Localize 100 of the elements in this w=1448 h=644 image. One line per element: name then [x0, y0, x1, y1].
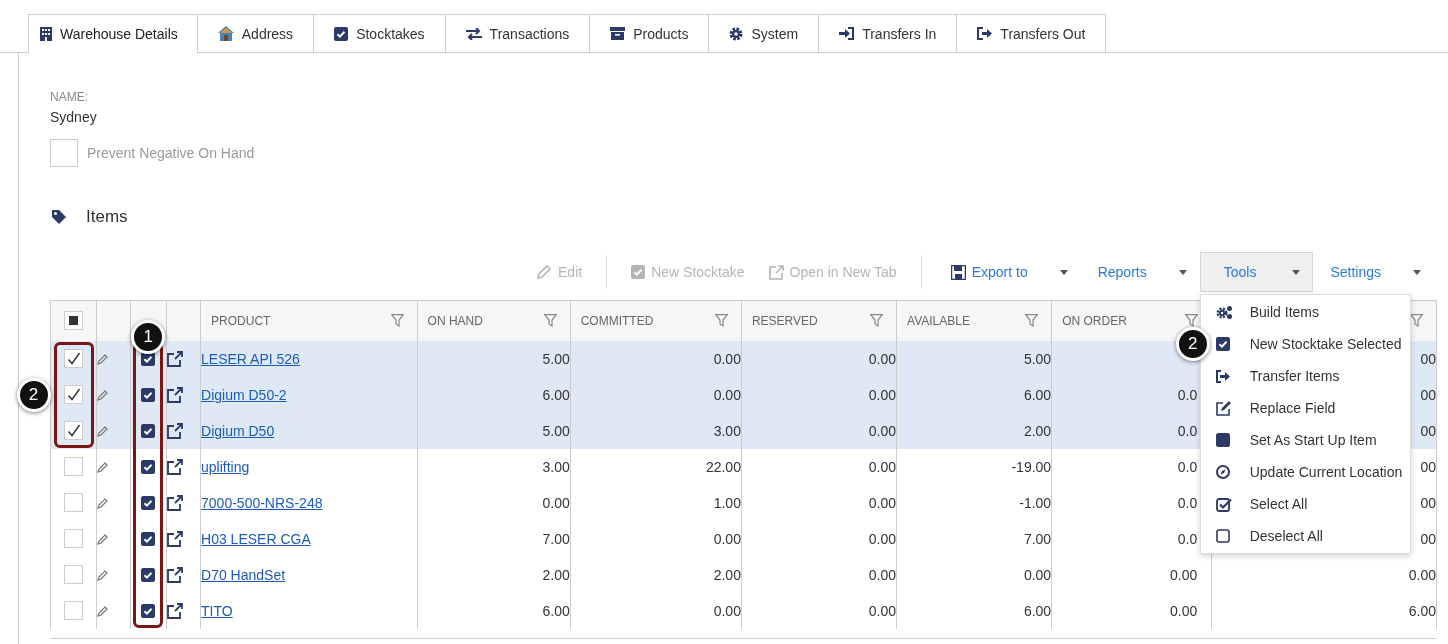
column-header: ON ORDER: [1062, 313, 1127, 328]
tab[interactable]: Warehouse Details: [28, 14, 198, 53]
product-link[interactable]: TITO: [201, 602, 233, 619]
table-cell: 0.0: [1177, 458, 1198, 475]
table-cell: 00: [1420, 386, 1436, 403]
checkbox[interactable]: [141, 387, 156, 402]
product-link[interactable]: 7000-500-NRS-248: [201, 494, 323, 511]
table-cell: 0.0: [1177, 422, 1198, 439]
menu-item[interactable]: Transfer Items: [1215, 360, 1410, 392]
compass-icon: [1215, 465, 1230, 479]
field-label: NAME:: [50, 90, 89, 104]
pencil-icon[interactable]: [97, 352, 110, 365]
row-checkbox[interactable]: [64, 349, 84, 368]
external-link-icon: [768, 264, 784, 280]
menu-item[interactable]: New Stocktake Selected: [1215, 328, 1410, 360]
table-cell: -19.00: [1011, 458, 1052, 475]
table-cell: 6.00: [542, 602, 570, 619]
pencil-icon[interactable]: [97, 388, 110, 401]
external-link-icon[interactable]: [166, 386, 183, 403]
tab[interactable]: Transfers Out: [957, 14, 1107, 52]
table-cell: 0.00: [713, 350, 741, 367]
checkbox[interactable]: [141, 603, 156, 618]
row-checkbox[interactable]: [64, 529, 84, 548]
menu-item[interactable]: Update Current Location: [1215, 456, 1410, 488]
pencil-icon[interactable]: [97, 532, 110, 545]
external-link-icon[interactable]: [166, 350, 183, 367]
table-cell: 5.00: [542, 422, 570, 439]
dropdown-button[interactable]: Tools: [1199, 252, 1314, 292]
filter-icon: [714, 314, 728, 328]
tab[interactable]: System: [709, 14, 820, 52]
pencil-icon[interactable]: [97, 496, 110, 509]
table-cell: 0.00: [868, 566, 897, 583]
product-link[interactable]: H03 LESER CGA: [201, 530, 311, 547]
table-cell: 2.00: [1023, 422, 1052, 439]
row-checkbox[interactable]: [64, 601, 84, 620]
caret-icon: [1178, 269, 1187, 275]
table-cell: -1.00: [1019, 494, 1052, 511]
external-link-icon[interactable]: [166, 602, 183, 619]
filter-icon: [1185, 314, 1199, 328]
building-icon: [40, 27, 52, 41]
external-link-icon[interactable]: [166, 494, 183, 511]
menu-item[interactable]: Select All: [1215, 488, 1410, 520]
square-icon: [1215, 433, 1230, 447]
gears-icon: [1215, 304, 1233, 320]
dropdown-button[interactable]: Settings: [1313, 252, 1434, 292]
product-link[interactable]: Digium D50: [201, 422, 275, 439]
column-header: ON HAND: [427, 313, 483, 328]
table-cell: 0.00: [868, 422, 897, 439]
table-cell: 0.00: [1023, 566, 1052, 583]
pencil-icon[interactable]: [97, 568, 110, 581]
checkbox[interactable]: [141, 423, 156, 438]
tab[interactable]: Transfers In: [819, 14, 958, 52]
tab[interactable]: Transactions: [445, 14, 591, 52]
table-cell: 0.00: [868, 602, 897, 619]
checkbox[interactable]: [141, 459, 156, 474]
product-link[interactable]: D70 HandSet: [201, 566, 286, 583]
menu-item[interactable]: Set As Start Up Item: [1215, 424, 1410, 456]
pencil-icon[interactable]: [97, 460, 110, 473]
product-link[interactable]: Digium D50-2: [201, 386, 287, 403]
menu-item[interactable]: Replace Field: [1215, 392, 1410, 424]
tab[interactable]: Stocktakes: [314, 14, 446, 52]
checkbox[interactable]: [141, 495, 156, 510]
dropdown-button[interactable]: Export to: [933, 252, 1081, 292]
section-title: Items: [86, 207, 128, 227]
pencil-icon[interactable]: [97, 604, 110, 617]
select-all-checkbox[interactable]: [64, 311, 84, 331]
table-cell: 0.00: [713, 386, 741, 403]
external-link-icon[interactable]: [166, 422, 183, 439]
menu-item[interactable]: Build Items: [1215, 296, 1410, 328]
tab[interactable]: Products: [590, 14, 710, 52]
table-cell: 22.00: [705, 458, 741, 475]
row-checkbox[interactable]: [64, 493, 84, 512]
row-checkbox[interactable]: [64, 565, 84, 584]
table-cell: 00: [1420, 530, 1436, 547]
row-checkbox[interactable]: [64, 421, 84, 440]
dropdown-button[interactable]: Reports: [1080, 252, 1200, 292]
table-cell: 0.0: [1177, 530, 1198, 547]
table-cell: 7.00: [542, 530, 570, 547]
checked-box-icon: [1215, 496, 1232, 512]
pencil-icon[interactable]: [97, 424, 110, 437]
table-cell: 0.00: [713, 602, 741, 619]
product-link[interactable]: uplifting: [201, 458, 250, 475]
external-link-icon[interactable]: [166, 530, 183, 547]
row-checkbox[interactable]: [64, 457, 84, 476]
column-header: COMMITTED: [580, 313, 654, 328]
tab[interactable]: Address: [197, 14, 315, 52]
menu-item[interactable]: Deselect All: [1215, 520, 1410, 552]
save-icon: [950, 264, 966, 280]
table-cell: 0.00: [868, 494, 897, 511]
external-link-icon[interactable]: [166, 566, 183, 583]
checkbox[interactable]: [141, 531, 156, 546]
tag-icon: [52, 210, 66, 224]
checkbox[interactable]: [141, 567, 156, 582]
row-checkbox[interactable]: [64, 385, 84, 404]
checkbox-icon: [334, 26, 349, 41]
filter-icon: [870, 314, 884, 328]
table-cell: 00: [1420, 422, 1436, 439]
external-link-icon[interactable]: [166, 458, 183, 475]
table-cell: 2.00: [713, 566, 741, 583]
sign-in-icon: [839, 27, 855, 40]
